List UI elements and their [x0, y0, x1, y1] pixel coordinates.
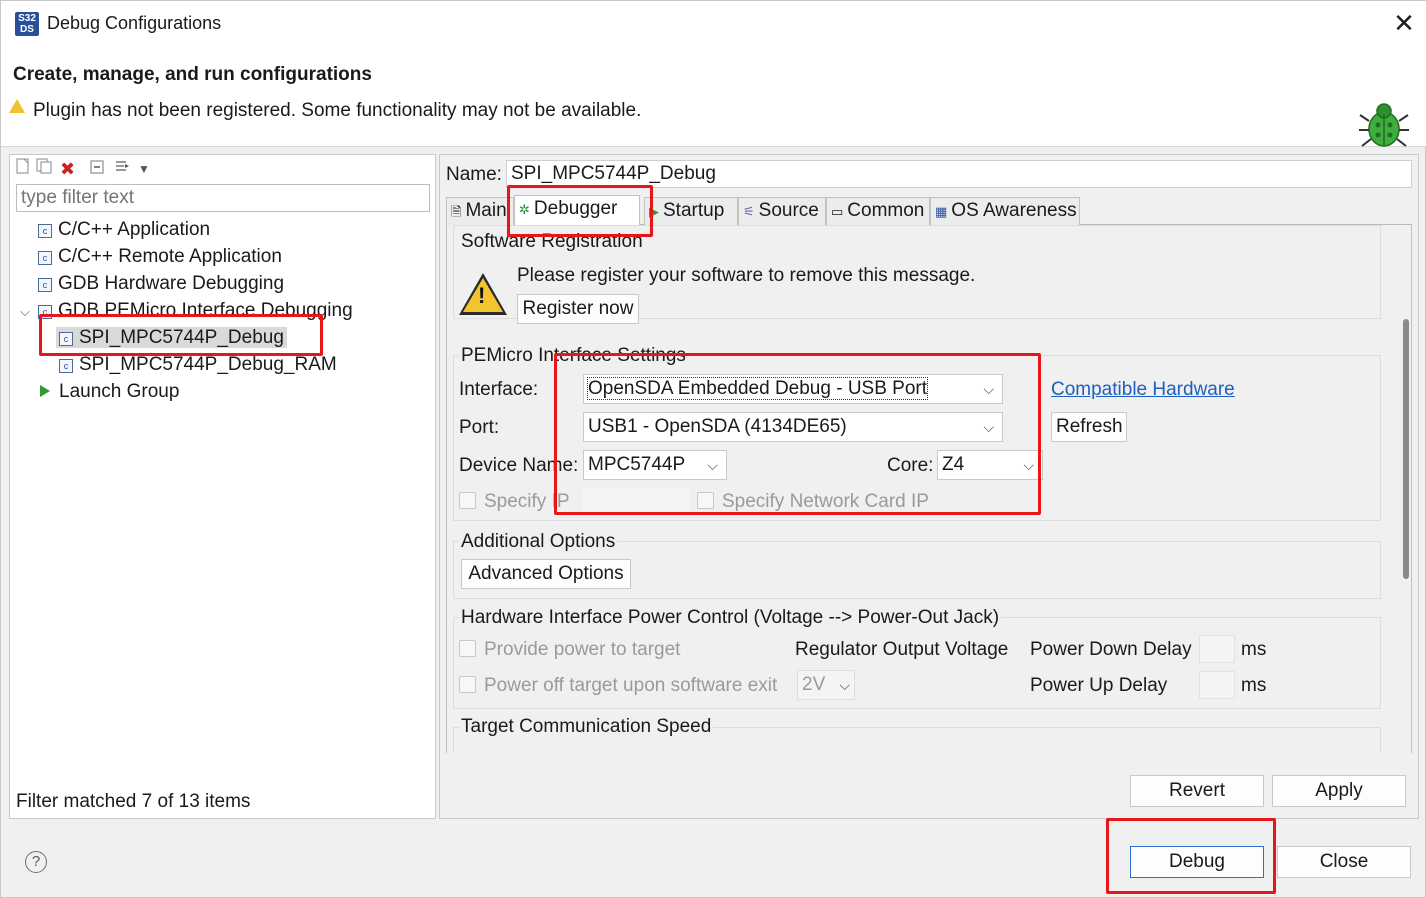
tree-item-gdb-hardware-debugging[interactable]: c GDB Hardware Debugging — [38, 273, 284, 295]
chevron-down-icon: ⌵ — [707, 457, 718, 473]
tab-debugger[interactable]: ✲ Debugger — [514, 195, 640, 226]
core-label: Core: — [887, 455, 934, 476]
configuration-list-pane: ✖ ▼ cC/C++ Application cC/C++ Remote App… — [9, 154, 436, 819]
chevron-down-icon: ⌵ — [1023, 457, 1034, 473]
os-icon: ▦ — [935, 204, 948, 219]
interface-select[interactable]: OpenSDA Embedded Debug - USB Port ⌵ — [583, 374, 1003, 404]
chevron-down-icon: ⌵ — [983, 419, 994, 435]
registration-message: Please register your software to remove … — [517, 265, 976, 286]
power-control-title: Hardware Interface Power Control (Voltag… — [459, 607, 1002, 629]
compatible-hardware-link[interactable]: Compatible Hardware — [1051, 379, 1235, 401]
c-config-icon: c — [38, 251, 52, 265]
debugger-tab-content: Software Registration ! Please register … — [446, 225, 1412, 753]
power-up-delay-label: Power Up Delay — [1030, 675, 1168, 696]
collapse-all-icon[interactable] — [90, 158, 104, 180]
debug-bug-icon — [1359, 103, 1409, 147]
power-up-delay-input[interactable] — [1199, 671, 1235, 699]
delete-config-icon[interactable]: ✖ — [60, 158, 75, 180]
chevron-down-icon: ⌵ — [983, 381, 994, 397]
power-off-target-checkbox[interactable]: Power off target upon software exit — [459, 675, 777, 697]
ip-address-input[interactable] — [583, 487, 689, 515]
interface-label: Interface: — [459, 379, 539, 400]
tree-item-c-remote-application[interactable]: c C/C++ Remote Application — [38, 246, 282, 268]
page-icon: 🗎 — [451, 204, 462, 219]
window-icon: ▭ — [831, 204, 844, 219]
tab-source[interactable]: ⚟ Source — [738, 197, 826, 225]
device-name-label: Device Name: — [459, 455, 579, 476]
ms-unit-label: ms — [1241, 675, 1267, 696]
c-config-icon: c — [38, 278, 52, 292]
port-select[interactable]: USB1 - OpenSDA (4134DE65) ⌵ — [583, 412, 1003, 442]
source-icon: ⚟ — [743, 204, 755, 219]
duplicate-config-icon[interactable] — [36, 158, 52, 180]
tree-item-spi-mpc5744p-debug-ram[interactable]: c SPI_MPC5744P_Debug_RAM — [56, 354, 340, 376]
title-bar: S32 DS Debug Configurations ✕ — [1, 1, 1426, 47]
tab-main[interactable]: 🗎 Main — [446, 197, 514, 225]
chevron-down-icon[interactable]: ⌵ — [20, 304, 38, 320]
window-title: Debug Configurations — [47, 13, 222, 33]
specify-ip-checkbox[interactable]: Specify IP — [459, 491, 570, 513]
filter-input[interactable] — [16, 184, 430, 212]
power-down-delay-input[interactable] — [1199, 635, 1235, 663]
target-speed-title: Target Communication Speed — [459, 716, 714, 738]
voltage-select[interactable]: 2V ⌵ — [797, 670, 855, 700]
pemicro-settings-title: PEMicro Interface Settings — [459, 345, 688, 367]
c-config-icon: c — [38, 305, 52, 319]
core-select[interactable]: Z4 ⌵ — [937, 450, 1043, 480]
specify-network-card-ip-checkbox[interactable]: Specify Network Card IP — [697, 491, 929, 513]
configuration-editor-pane: Name: SPI_MPC5744P_Debug 🗎 Main ✲ Debugger… — [439, 154, 1419, 819]
close-button[interactable]: Close — [1277, 846, 1411, 878]
device-name-select[interactable]: MPC5744P ⌵ — [583, 450, 727, 480]
advanced-options-button[interactable]: Advanced Options — [461, 559, 631, 589]
refresh-button[interactable]: Refresh — [1051, 412, 1127, 442]
tab-os-awareness[interactable]: ▦ OS Awareness — [930, 197, 1080, 225]
gear-bug-icon: ✲ — [519, 202, 530, 217]
ms-unit-label: ms — [1241, 639, 1267, 660]
tree-item-launch-group[interactable]: Launch Group — [38, 381, 179, 403]
additional-options-title: Additional Options — [459, 531, 618, 553]
revert-button[interactable]: Revert — [1130, 775, 1264, 807]
config-name-input[interactable]: SPI_MPC5744P_Debug — [506, 160, 1412, 188]
play-icon: ▶ — [649, 204, 659, 219]
close-window-icon[interactable]: ✕ — [1390, 9, 1418, 37]
warning-icon — [9, 99, 25, 113]
tree-item-c-application[interactable]: c C/C++ Application — [38, 219, 210, 241]
tree-item-spi-mpc5744p-debug[interactable]: c SPI_MPC5744P_Debug — [56, 327, 287, 349]
app-icon: S32 DS — [15, 12, 39, 36]
tab-bar: 🗎 Main ✲ Debugger ▶ Startup ⚟ Source ▭ Common… — [446, 195, 1412, 226]
apply-button[interactable]: Apply — [1272, 775, 1406, 807]
c-config-icon: c — [59, 359, 73, 373]
regulator-output-voltage-label: Regulator Output Voltage — [795, 639, 1009, 660]
help-icon[interactable]: ? — [25, 851, 47, 873]
tab-common[interactable]: ▭ Common — [826, 197, 930, 225]
c-config-icon: c — [59, 332, 73, 346]
tab-startup[interactable]: ▶ Startup — [644, 197, 738, 225]
tree-item-gdb-pemicro[interactable]: ⌵ c GDB PEMicro Interface Debugging — [20, 300, 353, 322]
register-now-button[interactable]: Register now — [517, 294, 639, 324]
dialog-header: Create, manage, and run configurations P… — [1, 47, 1426, 147]
warning-message: Plugin has not been registered. Some fun… — [33, 100, 642, 121]
new-config-icon[interactable] — [16, 158, 30, 180]
debug-button[interactable]: Debug — [1130, 846, 1264, 878]
filter-status-text: Filter matched 7 of 13 items — [16, 791, 251, 812]
vertical-scrollbar[interactable] — [1403, 319, 1409, 579]
software-registration-title: Software Registration — [459, 231, 645, 253]
name-label: Name: — [446, 164, 502, 185]
power-down-delay-label: Power Down Delay — [1030, 639, 1192, 660]
debug-configurations-window: S32 DS Debug Configurations ✕ Create, ma… — [0, 0, 1426, 898]
filter-config-icon[interactable] — [114, 158, 130, 180]
provide-power-checkbox[interactable]: Provide power to target — [459, 639, 680, 661]
c-config-icon: c — [38, 224, 52, 238]
launch-group-icon — [40, 385, 50, 397]
port-label: Port: — [459, 417, 500, 438]
chevron-down-icon: ⌵ — [839, 677, 850, 693]
view-menu-icon[interactable]: ▼ — [138, 158, 150, 180]
dialog-heading: Create, manage, and run configurations — [13, 64, 372, 85]
